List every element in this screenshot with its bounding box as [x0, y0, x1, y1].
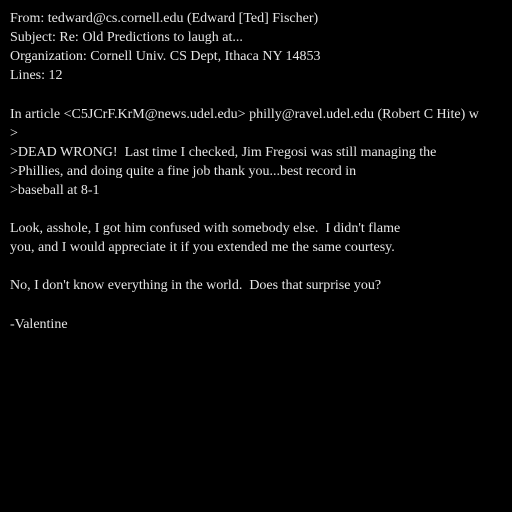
- quote-line: >DEAD WRONG! Last time I checked, Jim Fr…: [10, 145, 437, 160]
- reply-line: No, I don't know everything in the world…: [10, 278, 382, 293]
- quote-line: >Phillies, and doing quite a fine job th…: [10, 164, 357, 179]
- header-organization: Organization: Cornell Univ. CS Dept, Ith…: [10, 49, 321, 64]
- header-from: From: tedward@cs.cornell.edu (Edward [Te…: [10, 11, 319, 26]
- message-view: From: tedward@cs.cornell.edu (Edward [Te…: [0, 0, 512, 512]
- signature: -Valentine: [10, 317, 68, 332]
- quote-line: >baseball at 8-1: [10, 183, 100, 198]
- reply-line: Look, asshole, I got him confused with s…: [10, 221, 401, 236]
- quote-line: >: [10, 126, 18, 141]
- attribution-line: In article <C5JCrF.KrM@news.udel.edu> ph…: [10, 107, 479, 122]
- header-subject: Subject: Re: Old Predictions to laugh at…: [10, 30, 243, 45]
- reply-line: you, and I would appreciate it if you ex…: [10, 240, 395, 255]
- header-lines: Lines: 12: [10, 68, 63, 83]
